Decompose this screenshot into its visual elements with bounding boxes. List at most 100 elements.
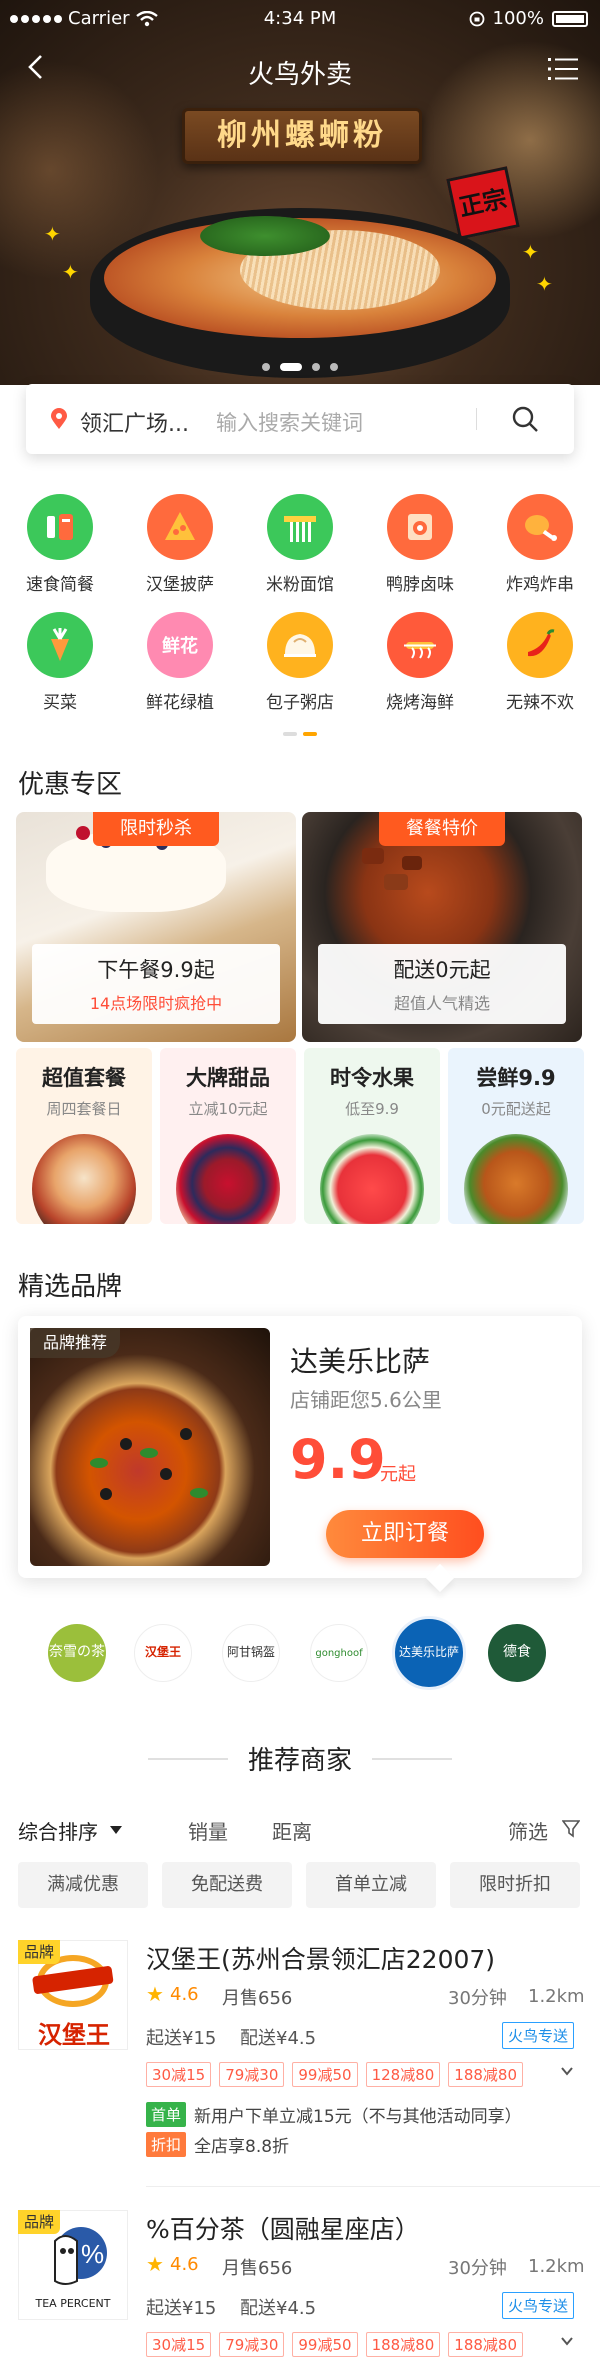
search-input[interactable]: 输入搜索关键词 [216,407,363,437]
brand-price: 9.9 [290,1428,386,1491]
chip-first-order[interactable]: 首单立减 [306,1862,436,1908]
discount-tags: 30减15 79减30 99减50 128减80 188减80 [146,2062,523,2087]
category-item-fried-chicken[interactable]: 炸鸡炸串 [480,494,600,612]
deal-card-flash-sale[interactable]: 限时秒杀 下午餐9.9起 14点场限时疯抢中 [16,812,296,1042]
status-bar: Carrier 4:34 PM 100% [0,0,600,36]
shop-name: 汉堡王(苏州合景领汇店22007) [146,1945,496,1974]
carousel-dot-active[interactable] [280,363,302,371]
star-icon: ★ [146,2252,164,2276]
filter-chips: 满减优惠 免配送费 首单立减 限时折扣 [18,1862,582,1908]
location-pin-icon[interactable] [50,408,68,430]
promo-tile-fruits[interactable]: 时令水果 低至9.9 [304,1048,440,1224]
sort-bar: 综合排序 销量 距离 筛选 [0,1812,600,1848]
filter-button[interactable]: 筛选 [508,1816,548,1845]
category-item-noodles[interactable]: 米粉面馆 [240,494,360,612]
chevron-down-icon[interactable] [560,2064,574,2078]
shop-rating: 4.6 [170,2254,199,2275]
divider [372,1758,452,1760]
chip-limited-discount[interactable]: 限时折扣 [450,1862,580,1908]
discount-tag: 79减30 [219,2332,285,2357]
brand-logo-nayuki[interactable]: 奈雪の茶 [48,1624,106,1682]
chip-full-reduction[interactable]: 满减优惠 [18,1862,148,1908]
shop-card[interactable]: 汉堡王 品牌 汉堡王(苏州合景领汇店22007) ★ 4.6 月售656 30分… [0,1940,600,2200]
star-icon: ★ [146,1982,164,2006]
order-now-button[interactable]: 立即订餐 [326,1510,484,1558]
pizza-image [30,1328,270,1566]
noodle-icon [267,494,333,560]
discount-tag: 99减50 [292,2332,358,2357]
category-item-burger-pizza[interactable]: 汉堡披萨 [120,494,240,612]
deal-subtitle: 超值人气精选 [393,994,490,1013]
category-row: 速食简餐 汉堡披萨 米粉面馆 鸭脖卤味 炸鸡炸串 [0,494,600,612]
category-item-spicy[interactable]: 无辣不欢 [480,612,600,730]
sort-sales[interactable]: 销量 [188,1816,228,1845]
tile-headline: 时令水果 [330,1066,414,1090]
bun-icon [267,612,333,678]
tile-subtitle: 立减10元起 [188,1100,268,1118]
category-label: 鲜花绿植 [146,693,214,713]
category-item-groceries[interactable]: 买菜 [0,612,120,730]
current-location[interactable]: 领汇广场... [80,406,189,438]
hero-banner[interactable]: Carrier 4:34 PM 100% 火鸟外卖 柳州螺蛳粉 正宗 ✦ ✦ ✦… [0,0,600,385]
battery-icon [552,10,588,27]
carousel-dot[interactable] [262,363,270,371]
caret-down-icon [110,1826,122,1834]
chili-icon [507,612,573,678]
battery-group: 100% [469,8,588,29]
battery-percent: 100% [492,8,544,29]
shop-distance: 1.2km [528,2256,585,2277]
banner-sign: 柳州螺蛳粉 [182,108,422,164]
category-item-flowers[interactable]: 鲜花 鲜花绿植 [120,612,240,730]
brand-logo-deshi[interactable]: 德食 [488,1624,546,1682]
discount-tag: 128减80 [365,2062,441,2087]
orientation-lock-icon [469,11,484,26]
sparkle-icon: ✦ [522,240,539,264]
carousel-dot[interactable] [312,363,320,371]
filter-icon[interactable] [562,1820,580,1838]
deal-info: 下午餐9.9起 14点场限时疯抢中 [32,944,280,1024]
shop-delivery-fee: 配送¥4.5 [240,2028,317,2049]
deal-card-meal-special[interactable]: 餐餐特价 配送0元起 超值人气精选 [302,812,582,1042]
chip-free-delivery[interactable]: 免配送费 [162,1862,292,1908]
tile-headline: 大牌甜品 [186,1066,270,1090]
brand-logo-burger-king[interactable]: 汉堡王 [134,1624,192,1682]
sort-distance[interactable]: 距离 [272,1816,312,1845]
promo-badge: 首单 [146,2102,187,2127]
page-dot [283,732,297,736]
deal-tag: 餐餐特价 [379,812,505,846]
search-icon[interactable] [510,404,540,434]
carousel-dot[interactable] [330,363,338,371]
category-label: 米粉面馆 [266,575,334,595]
shop-monthly-sales: 月售656 [222,2258,293,2279]
sort-comprehensive[interactable]: 综合排序 [18,1816,98,1845]
category-item-fast-food[interactable]: 速食简餐 [0,494,120,612]
shop-eta: 30分钟 [448,2258,507,2279]
category-item-buns[interactable]: 包子粥店 [240,612,360,730]
category-grid: 速食简餐 汉堡披萨 米粉面馆 鸭脖卤味 炸鸡炸串 买菜 鲜花 鲜花绿植 包子粥店… [0,494,600,730]
category-label: 无辣不欢 [506,693,574,713]
brand-logo-agan[interactable]: 阿甘锅盔 [222,1624,280,1682]
category-label: 炸鸡炸串 [506,575,574,595]
category-label: 包子粥店 [266,693,334,713]
carousel-indicator[interactable] [0,363,600,371]
discount-tag: 30减15 [146,2062,212,2087]
menu-icon[interactable] [548,56,578,82]
search-bar: 领汇广场... 输入搜索关键词 [26,384,574,454]
featured-brand-card[interactable]: 品牌推荐 达美乐比萨 店铺距您5.6公里 9.9 元起 立即订餐 [18,1316,582,1578]
noodle-bowl-image [90,208,510,378]
tile-subtitle: 0元配送起 [481,1100,551,1118]
sparkle-icon: ✦ [44,222,61,246]
roast-chicken-image [464,1134,568,1224]
chevron-down-icon[interactable] [560,2334,574,2348]
category-item-braised[interactable]: 鸭脖卤味 [360,494,480,612]
brand-logo-dominos[interactable]: 达美乐比萨 [392,1616,466,1690]
brand-tag: 品牌 [18,1940,60,1964]
vegetable-icon [27,612,93,678]
promo-tile-desserts[interactable]: 大牌甜品 立减10元起 [160,1048,296,1224]
shop-card[interactable]: % TEA PERCENT 品牌 %百分茶（圆融星座店） ★ 4.6 月售656… [0,2186,600,2370]
brand-logo-gonghoof[interactable]: gonghoof [310,1624,368,1682]
category-item-bbq[interactable]: 烧烤海鲜 [360,612,480,730]
tile-subtitle: 低至9.9 [345,1100,399,1118]
promo-tile-set-meal[interactable]: 超值套餐 周四套餐日 [16,1048,152,1224]
promo-tile-fresh-deal[interactable]: 尝鲜9.9 0元配送起 [448,1048,584,1224]
